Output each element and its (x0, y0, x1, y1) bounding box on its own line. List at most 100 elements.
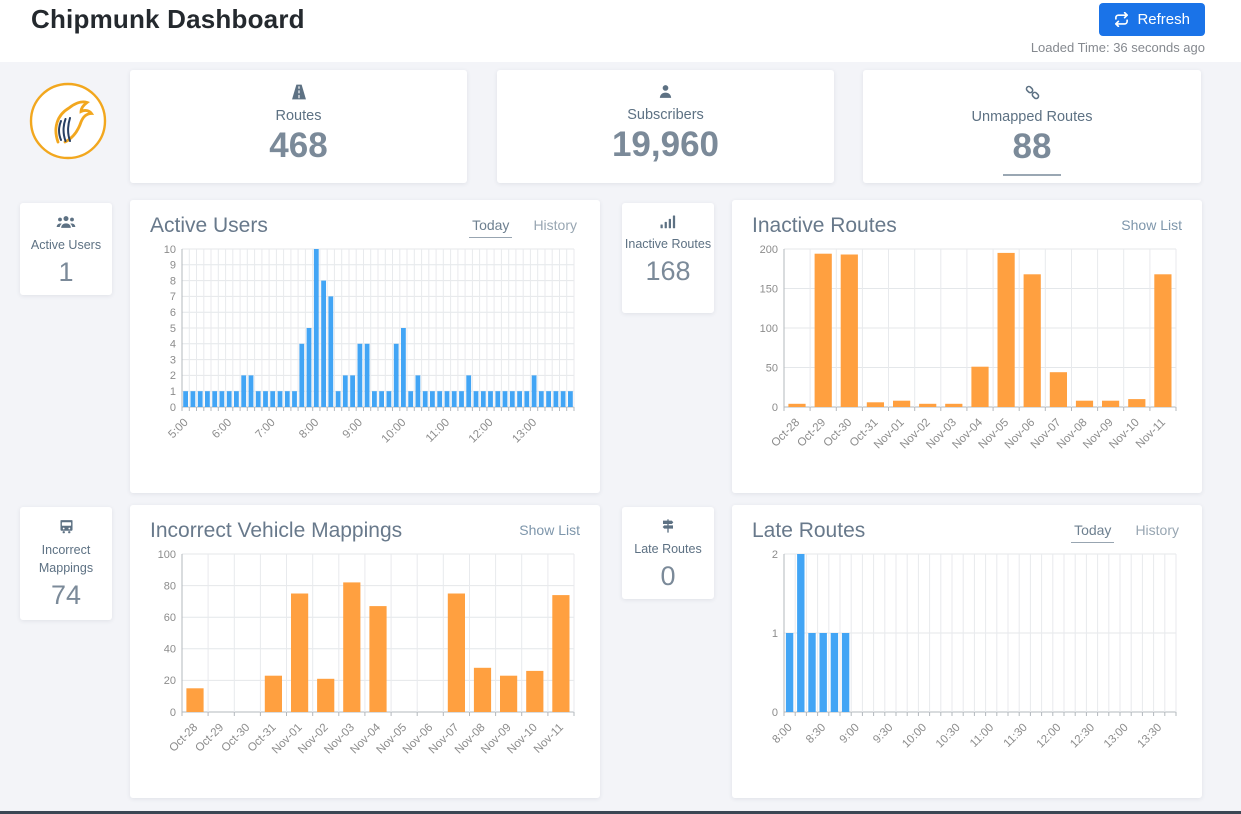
svg-text:11:30: 11:30 (1002, 722, 1030, 750)
svg-text:1: 1 (772, 628, 778, 640)
refresh-button[interactable]: Refresh (1099, 3, 1205, 36)
road-icon (289, 83, 309, 103)
svg-text:8:00: 8:00 (770, 722, 794, 746)
panel-incorrect-mappings: Incorrect Vehicle Mappings Show List 0 20… (130, 505, 600, 798)
signal-bars-icon (659, 214, 677, 231)
svg-text:40: 40 (164, 644, 176, 656)
svg-text:8:30: 8:30 (804, 722, 828, 746)
unmapped-underline (1003, 174, 1061, 176)
svg-text:7:00: 7:00 (254, 417, 278, 441)
stat-label-routes: Routes (130, 108, 467, 124)
svg-text:6: 6 (170, 307, 176, 319)
svg-text:1: 1 (170, 386, 176, 398)
svg-text:11:00: 11:00 (968, 722, 996, 750)
svg-text:0: 0 (170, 402, 176, 414)
svg-text:10:30: 10:30 (934, 722, 963, 751)
svg-text:9:00: 9:00 (838, 722, 862, 746)
stat-value-unmapped: 88 (863, 128, 1201, 167)
svg-text:8: 8 (170, 275, 176, 287)
svg-text:3: 3 (170, 354, 176, 366)
refresh-icon (1114, 12, 1129, 27)
mini-label-inactive-routes: Inactive Routes (622, 235, 714, 253)
mini-card-inactive-routes: Inactive Routes 168 (622, 203, 714, 313)
panel-title-late-routes: Late Routes (752, 519, 865, 543)
active-users-tabs: Today History (469, 214, 580, 238)
svg-text:0: 0 (772, 707, 778, 719)
tab-today-late-routes[interactable]: Today (1071, 522, 1114, 543)
svg-text:100: 100 (158, 549, 176, 561)
active-users-chart: 0123456789105:006:007:008:009:0010:0011:… (150, 241, 580, 476)
panel-late-routes: Late Routes Today History 0128:008:309:0… (732, 505, 1202, 798)
tab-history-late-routes[interactable]: History (1132, 522, 1182, 543)
svg-text:0: 0 (772, 402, 778, 414)
incorrect-mappings-chart: 020406080100Oct-28Oct-29Oct-30Oct-31Nov-… (150, 546, 580, 781)
stat-card-unmapped-routes: Unmapped Routes 88 (863, 70, 1201, 183)
svg-text:60: 60 (164, 612, 176, 624)
mini-card-active-users: Active Users 1 (20, 203, 112, 295)
panel-title-inactive-routes: Inactive Routes (752, 214, 897, 238)
svg-text:4: 4 (170, 339, 176, 351)
panel-active-users: Active Users Today History 0123456789105… (130, 200, 600, 493)
svg-text:200: 200 (760, 244, 778, 256)
mini-card-incorrect-mappings: Incorrect Mappings 74 (20, 507, 112, 620)
svg-text:11:00: 11:00 (424, 417, 452, 445)
svg-text:10:00: 10:00 (900, 722, 929, 751)
refresh-label: Refresh (1137, 11, 1190, 28)
svg-text:13:00: 13:00 (1102, 722, 1131, 751)
svg-text:6:00: 6:00 (210, 417, 234, 441)
stat-label-subscribers: Subscribers (497, 107, 834, 123)
svg-text:0: 0 (170, 707, 176, 719)
svg-text:20: 20 (164, 675, 176, 687)
svg-text:2: 2 (170, 370, 176, 382)
svg-text:12:00: 12:00 (467, 417, 496, 446)
mini-value-active-users: 1 (20, 257, 112, 288)
header: Chipmunk Dashboard Refresh Loaded Time: … (0, 0, 1241, 62)
map-signs-icon (660, 518, 676, 535)
svg-text:Oct-28: Oct-28 (769, 417, 802, 450)
svg-text:13:00: 13:00 (510, 417, 539, 446)
mini-value-late-routes: 0 (622, 561, 714, 592)
mini-card-late-routes: Late Routes 0 (622, 507, 714, 599)
svg-text:8:00: 8:00 (297, 417, 321, 441)
unlink-icon (1023, 83, 1042, 103)
svg-text:5: 5 (170, 323, 176, 335)
stat-card-routes: Routes 468 (130, 70, 467, 183)
stat-card-subscribers: Subscribers 19,960 (497, 70, 834, 183)
svg-text:9:00: 9:00 (341, 417, 365, 441)
svg-text:Nov-11: Nov-11 (1134, 417, 1168, 451)
show-list-link-incorrect[interactable]: Show List (519, 519, 580, 538)
svg-text:Oct-29: Oct-29 (795, 417, 828, 450)
tab-today-active-users[interactable]: Today (469, 217, 512, 238)
svg-text:100: 100 (760, 323, 778, 335)
page-title: Chipmunk Dashboard (31, 4, 305, 35)
svg-text:Oct-30: Oct-30 (220, 722, 253, 755)
svg-text:Oct-28: Oct-28 (167, 722, 200, 755)
late-routes-tabs: Today History (1071, 519, 1182, 543)
svg-text:Nov-11: Nov-11 (532, 722, 566, 756)
show-list-link-inactive[interactable]: Show List (1121, 214, 1182, 233)
tab-history-active-users[interactable]: History (530, 217, 580, 238)
svg-text:13:30: 13:30 (1135, 722, 1164, 751)
users-group-icon (56, 214, 76, 231)
mini-label-active-users: Active Users (20, 236, 112, 254)
loaded-time: Loaded Time: 36 seconds ago (1031, 40, 1205, 55)
svg-text:9:30: 9:30 (871, 722, 895, 746)
svg-text:7: 7 (170, 291, 176, 303)
svg-text:80: 80 (164, 580, 176, 592)
bus-icon (58, 518, 75, 535)
chipmunk-logo (28, 81, 108, 161)
panel-title-active-users: Active Users (150, 214, 268, 238)
user-icon (657, 83, 674, 103)
panel-title-incorrect-mappings: Incorrect Vehicle Mappings (150, 519, 402, 543)
svg-text:10:00: 10:00 (380, 417, 409, 446)
svg-text:5:00: 5:00 (166, 417, 190, 441)
svg-text:150: 150 (760, 283, 778, 295)
svg-text:9: 9 (170, 260, 176, 272)
stat-value-routes: 468 (130, 127, 467, 166)
svg-text:12:00: 12:00 (1035, 722, 1064, 751)
svg-text:Oct-30: Oct-30 (822, 417, 855, 450)
mini-value-inactive-routes: 168 (622, 256, 714, 287)
mini-value-incorrect-mappings: 74 (20, 580, 112, 611)
stat-value-subscribers: 19,960 (497, 126, 834, 165)
svg-text:50: 50 (766, 362, 778, 374)
